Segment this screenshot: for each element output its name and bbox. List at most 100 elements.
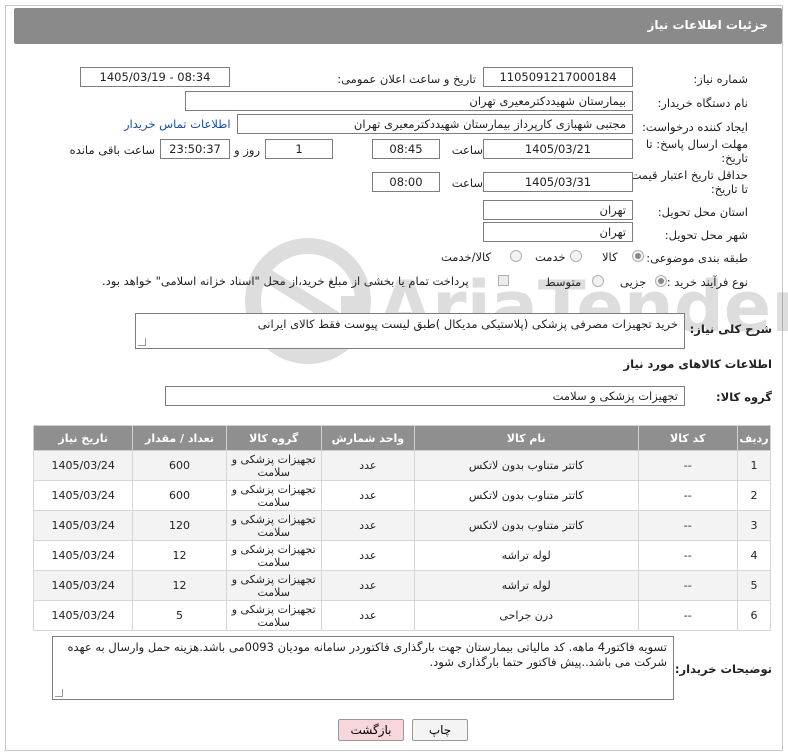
- deadline-date-field[interactable]: 1405/03/21: [483, 139, 633, 159]
- price-validity-label: حداقل تاریخ اعتبار قیمت:: [626, 168, 748, 182]
- cell-group: تجهیزات پزشکی و سلامت: [225, 600, 322, 631]
- payment-note: پرداخت تمام یا بخشی از مبلغ خرید،از محل …: [102, 274, 469, 288]
- requester-field[interactable]: مجتبی شهبازی کارپرداز بیمارستان شهیددکتر…: [237, 114, 633, 134]
- cell-group: تجهیزات پزشکی و سلامت: [225, 540, 322, 571]
- city-label: شهر محل تحویل:: [664, 228, 748, 242]
- resize-grip[interactable]: [55, 689, 63, 697]
- cell-unit: عدد: [320, 570, 415, 601]
- cell-qty: 12: [132, 570, 227, 601]
- city-field[interactable]: تهران: [483, 222, 633, 242]
- price-date-field[interactable]: 1405/03/31: [483, 172, 633, 192]
- deadline-time-field[interactable]: 08:45: [372, 139, 440, 159]
- category-radio-goods[interactable]: [632, 250, 644, 262]
- resize-grip[interactable]: [138, 338, 146, 346]
- buyer-contact-link[interactable]: اطلاعات تماس خریدار: [124, 117, 231, 131]
- table-row: 1 -- کاتتر متناوب بدون لاتکس عدد تجهیزات…: [32, 450, 772, 481]
- cell-date: 1405/03/24: [32, 480, 134, 511]
- table-row: 6 -- درن جراحی عدد تجهیزات پزشکی و سلامت…: [32, 600, 772, 631]
- cell-group: تجهیزات پزشکی و سلامت: [225, 510, 322, 541]
- col-name-header: نام کالا: [413, 425, 639, 451]
- announce-label: تاریخ و ساعت اعلان عمومی:: [337, 72, 476, 86]
- cell-name: کاتتر متناوب بدون لاتکس: [413, 450, 639, 481]
- announce-field[interactable]: 1405/03/19 - 08:34: [80, 67, 230, 87]
- cell-qty: 120: [132, 510, 227, 541]
- header-bar: جزئیات اطلاعات نیاز: [14, 8, 782, 44]
- cell-group: تجهیزات پزشکی و سلامت: [225, 450, 322, 481]
- col-row-header: ردیف: [736, 425, 772, 451]
- cell-date: 1405/03/24: [32, 510, 134, 541]
- table-row: 5 -- لوله تراشه عدد تجهیزات پزشکی و سلام…: [32, 570, 772, 601]
- cell-name: لوله تراشه: [413, 540, 639, 571]
- price-time-field[interactable]: 08:00: [372, 172, 440, 192]
- back-button[interactable]: بازگشت: [338, 719, 404, 741]
- cell-unit: عدد: [320, 510, 415, 541]
- need-number-label: شماره نیاز:: [693, 72, 748, 86]
- page-title: جزئیات اطلاعات نیاز: [647, 18, 768, 32]
- buyer-org-field[interactable]: بیمارستان شهیددکترمعیری تهران: [185, 91, 633, 111]
- cell-code: --: [637, 450, 738, 481]
- deadline-label: مهلت ارسال پاسخ: تا: [645, 137, 748, 151]
- cell-unit: عدد: [320, 450, 415, 481]
- payment-checkbox[interactable]: [498, 275, 509, 286]
- cell-unit: عدد: [320, 540, 415, 571]
- process-radio-medium[interactable]: [592, 275, 604, 287]
- print-button[interactable]: چاپ: [412, 719, 468, 741]
- process-option-medium: متوسط: [545, 275, 582, 289]
- cell-row: 5: [736, 570, 772, 601]
- table-row: 3 -- کاتتر متناوب بدون لاتکس عدد تجهیزات…: [32, 510, 772, 541]
- description-text: خرید تجهیزات مصرفی پزشکی (پلاستیکی مدیکا…: [257, 317, 678, 331]
- category-radio-goods-service[interactable]: [510, 250, 522, 262]
- cell-code: --: [637, 540, 738, 571]
- cell-code: --: [637, 480, 738, 511]
- days-and-label: روز و: [234, 143, 260, 157]
- need-number-field[interactable]: 1105091217000184: [483, 67, 633, 87]
- cell-code: --: [637, 510, 738, 541]
- cell-qty: 12: [132, 540, 227, 571]
- goods-section-title: اطلاعات کالاهای مورد نیاز: [623, 357, 772, 371]
- process-radio-minor[interactable]: [655, 275, 667, 287]
- deadline-days-field[interactable]: 1: [265, 139, 333, 159]
- remaining-label: ساعت باقی مانده: [69, 143, 155, 157]
- deadline-time-label: ساعت: [451, 143, 483, 157]
- cell-unit: عدد: [320, 480, 415, 511]
- cell-qty: 600: [132, 450, 227, 481]
- cell-unit: عدد: [320, 600, 415, 631]
- cell-name: کاتتر متناوب بدون لاتکس: [413, 510, 639, 541]
- category-radio-service[interactable]: [570, 250, 582, 262]
- cell-code: --: [637, 570, 738, 601]
- buyer-notes-label: توضیحات خریدار:: [674, 662, 772, 676]
- col-qty-header: تعداد / مقدار: [132, 425, 227, 451]
- description-textarea[interactable]: خرید تجهیزات مصرفی پزشکی (پلاستیکی مدیکا…: [135, 313, 685, 349]
- province-label: استان محل تحویل:: [657, 205, 748, 219]
- description-label: شرح کلی نیاز:: [689, 322, 772, 336]
- cell-name: کاتتر متناوب بدون لاتکس: [413, 480, 639, 511]
- price-validity-date-label: تا تاریخ:: [710, 182, 748, 196]
- province-field[interactable]: تهران: [483, 200, 633, 220]
- process-option-minor: جزیی: [620, 275, 647, 289]
- col-code-header: کد کالا: [637, 425, 738, 451]
- cell-group: تجهیزات پزشکی و سلامت: [225, 570, 322, 601]
- category-label: طبقه بندی موضوعی:: [646, 251, 748, 265]
- col-group-header: گروه کالا: [225, 425, 322, 451]
- table-row: 4 -- لوله تراشه عدد تجهیزات پزشکی و سلام…: [32, 540, 772, 571]
- items-table-header: ردیف کد کالا نام کالا واحد شمارش گروه کا…: [32, 425, 772, 451]
- buyer-notes-textarea[interactable]: تسویه فاکتور4 ماهه. کد مالیاتی بیمارستان…: [52, 636, 674, 700]
- cell-qty: 5: [132, 600, 227, 631]
- goods-group-field[interactable]: تجهیزات پزشکی و سلامت: [165, 386, 685, 406]
- cell-code: --: [637, 600, 738, 631]
- buyer-notes-text: تسویه فاکتور4 ماهه. کد مالیاتی بیمارستان…: [67, 640, 668, 669]
- items-table: ردیف کد کالا نام کالا واحد شمارش گروه کا…: [32, 425, 772, 631]
- price-time-label: ساعت: [451, 176, 483, 190]
- cell-group: تجهیزات پزشکی و سلامت: [225, 480, 322, 511]
- buyer-org-label: نام دستگاه خریدار:: [657, 96, 748, 110]
- category-option-goods-service: کالا/خدمت: [441, 250, 492, 264]
- col-unit-header: واحد شمارش: [320, 425, 415, 451]
- requester-label: ایجاد کننده درخواست:: [642, 120, 748, 134]
- cell-row: 6: [736, 600, 772, 631]
- process-label: نوع فرآیند خرید :: [666, 275, 748, 289]
- table-row: 2 -- کاتتر متناوب بدون لاتکس عدد تجهیزات…: [32, 480, 772, 511]
- cell-row: 3: [736, 510, 772, 541]
- cell-row: 4: [736, 540, 772, 571]
- category-option-goods: کالا: [602, 250, 618, 264]
- col-date-header: تاریخ نیاز: [32, 425, 134, 451]
